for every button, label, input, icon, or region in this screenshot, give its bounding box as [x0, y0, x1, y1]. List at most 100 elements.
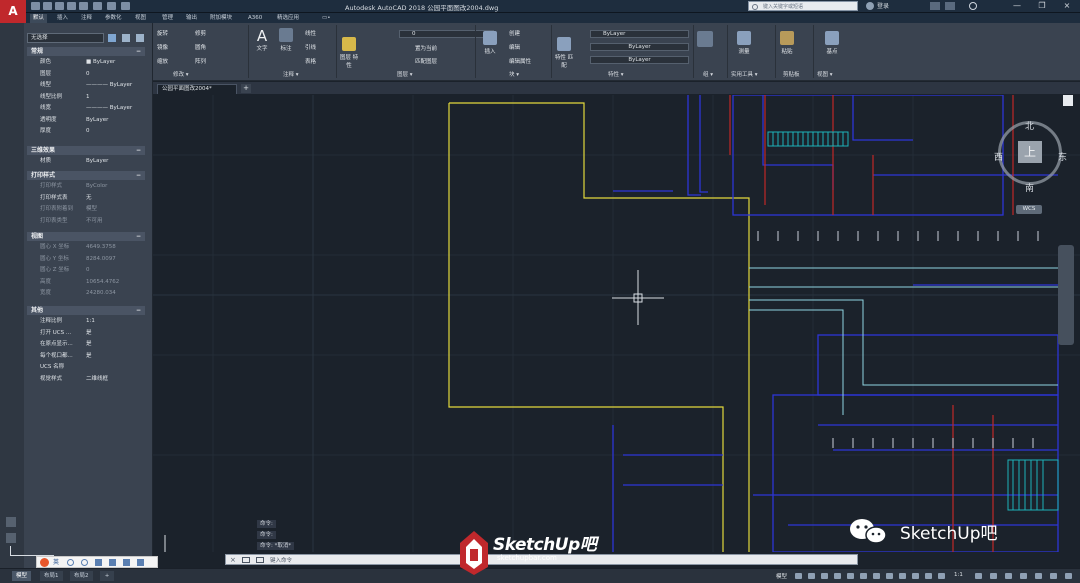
tab-manage[interactable]: 管理: [159, 14, 176, 23]
measure-button[interactable]: 测量: [733, 31, 755, 55]
fillet-button[interactable]: 圆角: [195, 43, 206, 51]
polar-icon[interactable]: [834, 573, 841, 579]
command-recent-icon[interactable]: [256, 557, 264, 563]
color-dropdown[interactable]: ByLayer: [590, 30, 689, 38]
edit-attribute-button[interactable]: 编辑属性: [509, 57, 531, 65]
lineweight-icon[interactable]: [886, 573, 893, 579]
redo-icon[interactable]: [107, 2, 116, 10]
collapse-icon[interactable]: −: [136, 47, 141, 56]
property-row[interactable]: 注释比例 1:1: [27, 316, 145, 327]
user-icon[interactable]: [866, 2, 874, 10]
property-value[interactable]: 是: [86, 339, 92, 350]
mirror-button[interactable]: 镜像: [157, 43, 168, 51]
property-row[interactable]: 打印表附着到 模型: [27, 204, 145, 215]
property-row[interactable]: 在原点显示... 是: [27, 339, 145, 350]
autodesk-a360-icon[interactable]: [945, 2, 955, 10]
tab-layout2[interactable]: 布局2: [70, 571, 93, 581]
collapse-icon[interactable]: −: [136, 146, 141, 155]
lineweight-dropdown[interactable]: ByLayer: [590, 56, 689, 64]
share-icon[interactable]: [121, 2, 130, 10]
property-row[interactable]: 打印表类型 不可用: [27, 216, 145, 227]
annotation-scale[interactable]: 1:1: [954, 572, 963, 578]
ime-keyboard-icon[interactable]: [109, 559, 116, 566]
property-row[interactable]: 透明度 ByLayer: [27, 115, 145, 126]
object-snap-icon[interactable]: [860, 573, 867, 579]
match-layer-button[interactable]: 匹配图层: [415, 57, 437, 65]
viewport-restore-icon[interactable]: [1063, 95, 1073, 106]
group-icon[interactable]: [697, 31, 713, 47]
quick-select-icon[interactable]: [108, 34, 116, 42]
ime-skin-icon[interactable]: [123, 559, 130, 566]
property-value[interactable]: 二维线框: [86, 374, 108, 385]
quick-properties-icon[interactable]: [1020, 573, 1027, 579]
rotate-button[interactable]: 旋转: [157, 29, 168, 37]
property-row[interactable]: 圆心 Y 坐标 8284.0097: [27, 254, 145, 265]
add-layout-button[interactable]: +: [100, 571, 114, 581]
property-row[interactable]: 视觉样式 二维线框: [27, 374, 145, 385]
property-value[interactable]: ByLayer: [86, 115, 108, 126]
edit-block-button[interactable]: 编辑: [509, 43, 520, 51]
tab-view[interactable]: 视图: [132, 14, 149, 23]
tab-annotate[interactable]: 注释: [78, 14, 95, 23]
layer-properties-button[interactable]: 图层 特性: [338, 37, 360, 69]
collapse-icon[interactable]: −: [136, 306, 141, 315]
linear-dim-button[interactable]: 线性: [305, 29, 316, 37]
save-as-icon[interactable]: [67, 2, 76, 10]
make-current-button[interactable]: 置为当前: [415, 44, 437, 52]
property-value[interactable]: 4649.3758: [86, 242, 116, 253]
array-button[interactable]: 阵列: [195, 57, 206, 65]
exchange-icon[interactable]: [930, 2, 940, 10]
maximize-button[interactable]: ❐: [1030, 0, 1054, 12]
paste-button[interactable]: 粘贴: [776, 31, 798, 55]
annotation-visibility-icon[interactable]: [925, 573, 932, 579]
palette-section-header[interactable]: 打印样式 −: [27, 171, 145, 180]
ime-emoji-icon[interactable]: [81, 559, 88, 566]
isolate-objects-icon[interactable]: [1035, 573, 1042, 579]
palette-settings-icon[interactable]: [6, 533, 16, 543]
search-input[interactable]: 键入关键字或短语: [748, 1, 858, 11]
annotation-monitor-icon[interactable]: [990, 573, 997, 579]
property-row[interactable]: 打印样式 ByColor: [27, 181, 145, 192]
property-row[interactable]: 打印样式表 无: [27, 193, 145, 204]
property-value[interactable]: 无: [86, 193, 92, 204]
ime-toolbar[interactable]: 英: [36, 556, 158, 568]
property-value[interactable]: ByColor: [86, 181, 107, 192]
trim-button[interactable]: 修剪: [195, 29, 206, 37]
property-row[interactable]: 线宽 ———— ByLayer: [27, 103, 145, 114]
print-icon[interactable]: [79, 2, 88, 10]
property-row[interactable]: 材质 ByLayer: [27, 156, 145, 167]
tab-output[interactable]: 输出: [183, 14, 200, 23]
property-value[interactable]: 0: [86, 126, 90, 137]
property-value[interactable]: 10654.4762: [86, 277, 119, 288]
dimension-button[interactable]: 标注: [275, 28, 297, 52]
minimize-button[interactable]: —: [1005, 0, 1029, 12]
ortho-icon[interactable]: [821, 573, 828, 579]
tab-home[interactable]: 默认: [30, 14, 48, 23]
isodraft-icon[interactable]: [847, 573, 854, 579]
property-row[interactable]: 厚度 0: [27, 126, 145, 137]
property-row[interactable]: 颜色 ■ ByLayer: [27, 57, 145, 68]
viewcube[interactable]: 上 北 南 东 西 WCS: [994, 113, 1068, 214]
clean-screen-icon[interactable]: [1050, 573, 1057, 579]
block-panel-label[interactable]: 块 ▾: [509, 70, 519, 80]
collapse-icon[interactable]: −: [136, 232, 141, 241]
compass-west[interactable]: 西: [994, 150, 1003, 163]
utilities-panel-label[interactable]: 实用工具 ▾: [731, 70, 758, 80]
property-value[interactable]: 24280.034: [86, 288, 116, 299]
property-value[interactable]: 是: [86, 351, 92, 362]
table-button[interactable]: 表格: [305, 57, 316, 65]
snap-icon[interactable]: [808, 573, 815, 579]
palette-section-header[interactable]: 其他 −: [27, 306, 145, 315]
save-icon[interactable]: [55, 2, 64, 10]
property-row[interactable]: 高度 10654.4762: [27, 277, 145, 288]
leader-button[interactable]: 引线: [305, 43, 316, 51]
auto-scale-icon[interactable]: [938, 573, 945, 579]
compass-south[interactable]: 南: [1025, 181, 1034, 194]
viewcube-top-face[interactable]: 上: [1018, 141, 1042, 163]
selection-cycling-icon[interactable]: [912, 573, 919, 579]
workspace-icon[interactable]: [975, 573, 982, 579]
tab-a360[interactable]: A360: [245, 14, 265, 23]
property-value[interactable]: 0: [86, 69, 90, 80]
sign-in-link[interactable]: 登录: [877, 1, 889, 10]
osnap-tracking-icon[interactable]: [873, 573, 880, 579]
